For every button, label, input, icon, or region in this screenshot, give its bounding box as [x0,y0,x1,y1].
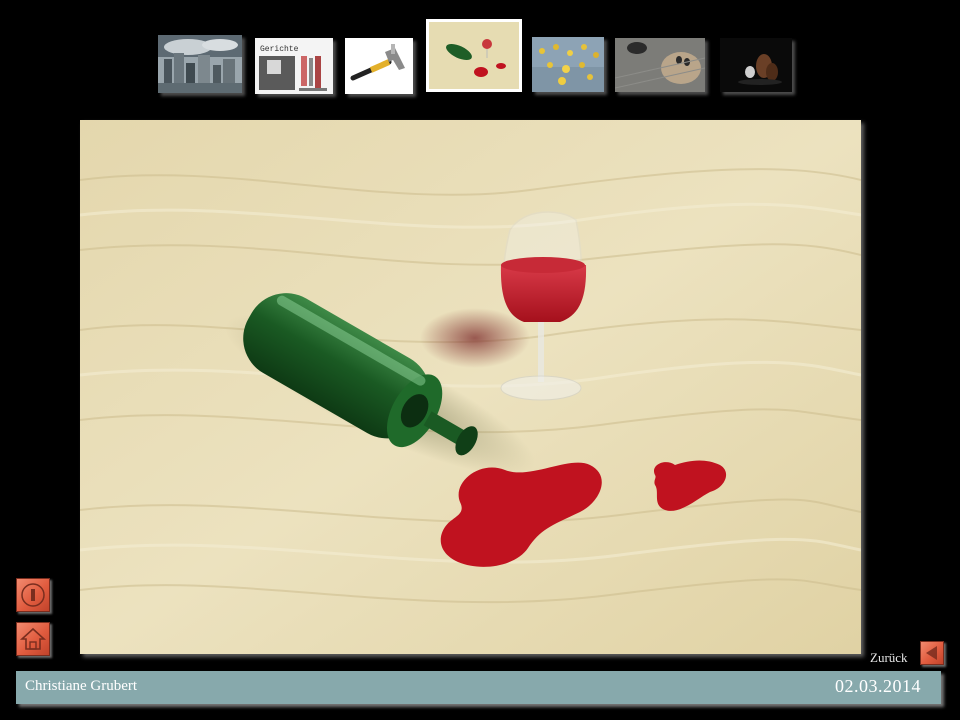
thumbnail-gerichte-caption: Gerichte [260,45,299,54]
thumbnail-city[interactable] [158,35,242,93]
thumbnail-round-table[interactable] [615,38,705,92]
thumbnail-figurines[interactable] [720,38,792,92]
home-button[interactable] [16,622,50,656]
thumbnail-flowers[interactable] [532,37,604,92]
info-button[interactable] [16,578,50,612]
home-icon [19,627,47,650]
footer-bar: Christiane Grubert 02.03.2014 [16,671,941,704]
date-label: 02.03.2014 [835,676,921,696]
back-button[interactable] [920,641,944,665]
main-image-wine-scene [80,120,861,654]
gallery-page: Gerichte Zurück Christiane Grubert 02.03… [0,0,960,720]
back-arrow-icon [926,646,937,660]
thumbnail-gerichte[interactable]: Gerichte [255,38,333,94]
author-name: Christiane Grubert [25,678,138,694]
thumbnail-hammer[interactable] [345,38,413,94]
info-icon [21,583,45,607]
back-link-label[interactable]: Zurück [870,650,908,666]
thumbnail-wine[interactable] [426,19,522,92]
